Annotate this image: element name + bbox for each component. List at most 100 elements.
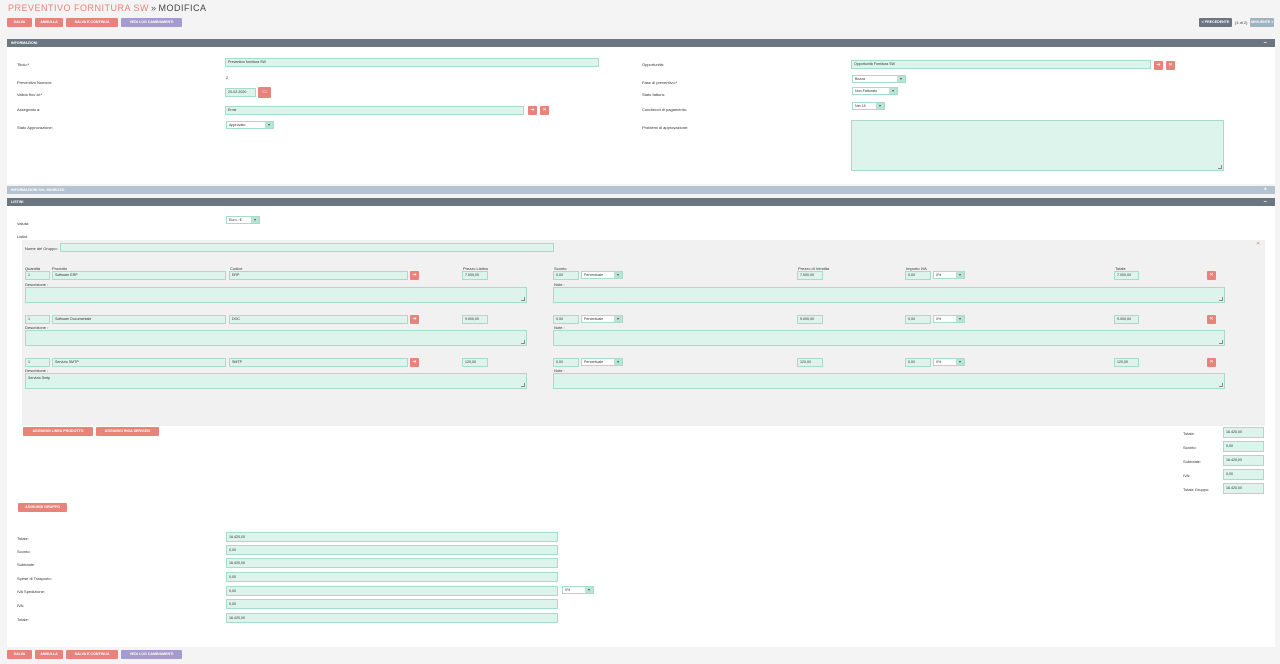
cancel-button-bottom[interactable]: Annulla xyxy=(35,650,63,659)
resize-grip-icon[interactable] xyxy=(521,340,525,344)
save-continue-button-bottom[interactable]: Salva e Continua xyxy=(66,650,118,659)
row-qty-input[interactable]: 1 xyxy=(25,358,50,367)
row-list-price-input[interactable]: 120,00 xyxy=(462,358,488,367)
resize-grip-icon[interactable] xyxy=(1219,297,1223,301)
row-discount-type-select[interactable]: Percentuale ▾ xyxy=(581,358,623,366)
title-input[interactable]: Preventivo fornitura SW xyxy=(225,58,599,67)
final-total-value[interactable]: 16.420,00 xyxy=(226,613,558,623)
row-note-textarea[interactable] xyxy=(553,330,1225,346)
approval-issues-textarea[interactable] xyxy=(851,120,1224,171)
group-discount-value[interactable]: 0,00 xyxy=(1223,441,1264,452)
cancel-button[interactable]: Annulla xyxy=(35,18,63,27)
grand-subtotal-value[interactable]: 16.420,00 xyxy=(226,558,558,568)
view-log-button-bottom[interactable]: Vedi Log Cambiamenti xyxy=(121,650,182,659)
group-name-input[interactable] xyxy=(60,243,554,252)
row-discount-input[interactable]: 0,00 xyxy=(553,315,579,324)
row-sale-price-input[interactable]: 120,00 xyxy=(797,358,823,367)
group-total-value[interactable]: 16.420,00 xyxy=(1223,427,1264,438)
expand-icon[interactable]: + xyxy=(1263,186,1267,194)
group-subtotal-value[interactable]: 16.420,00 xyxy=(1223,455,1264,466)
shipping-value[interactable]: 0,00 xyxy=(226,572,558,582)
save-button[interactable]: Salva xyxy=(7,18,32,27)
row-sale-price-input[interactable]: 7.000,00 xyxy=(797,271,823,280)
grand-total-value[interactable]: 16.420,00 xyxy=(226,532,558,542)
row-list-price-input[interactable]: 7.000,00 xyxy=(462,271,488,280)
stage-select[interactable]: Bozza ▾ xyxy=(852,75,906,83)
select-arrow-icon[interactable]: ➔ xyxy=(528,106,537,115)
resize-grip-icon[interactable] xyxy=(1218,165,1222,169)
calendar-icon[interactable]: ▭ xyxy=(258,87,271,98)
row-vat-rate-select[interactable]: 0% ▾ xyxy=(933,271,965,279)
resize-grip-icon[interactable] xyxy=(521,383,525,387)
row-note-textarea[interactable] xyxy=(553,373,1225,389)
row-product-input[interactable]: Servizio SMTP xyxy=(52,358,226,367)
clear-icon[interactable]: ✕ xyxy=(540,106,549,115)
row-total-input[interactable]: 7.000,00 xyxy=(1114,271,1139,280)
grand-vat-value[interactable]: 0,00 xyxy=(226,599,558,609)
group-vat-value[interactable]: 0,00 xyxy=(1223,469,1264,480)
add-service-line-button[interactable]: Aggiungi riga servizio xyxy=(96,427,159,436)
group-grand-total-value[interactable]: 16.420,00 xyxy=(1223,483,1264,494)
row-description-textarea[interactable] xyxy=(25,287,527,303)
row-code-input[interactable]: SMTP xyxy=(229,358,408,367)
row-product-input[interactable]: Software ERP xyxy=(52,271,226,280)
add-product-line-button[interactable]: Aggiungi linea prodotto xyxy=(23,427,93,436)
currency-select[interactable]: Euro : € ▾ xyxy=(226,216,260,224)
remove-row-icon[interactable]: ✕ xyxy=(1207,315,1216,324)
row-discount-input[interactable]: 0,00 xyxy=(553,358,579,367)
row-vat-input[interactable]: 0,00 xyxy=(905,358,931,367)
valid-until-label: Valido fino al:* xyxy=(17,92,43,97)
panel-header-address[interactable]: INFORMAZIONI SUL INDIRIZZO + xyxy=(7,186,1275,194)
save-button-bottom[interactable]: Salva xyxy=(7,650,32,659)
row-description-textarea[interactable] xyxy=(25,330,527,346)
row-sale-price-input[interactable]: 9.000,00 xyxy=(797,315,823,324)
breadcrumb-separator: » xyxy=(151,3,157,13)
panel-header-lists[interactable]: LISTINI – xyxy=(7,198,1275,206)
invoice-status-select[interactable]: Non Fatturato ▾ xyxy=(852,87,898,95)
resize-grip-icon[interactable] xyxy=(521,297,525,301)
panel-header-info[interactable]: INFORMAZIONI – xyxy=(7,39,1275,47)
opportunity-input[interactable]: Opportunità Fornitura SW xyxy=(851,60,1151,69)
row-discount-type-select[interactable]: Percentuale ▾ xyxy=(581,271,623,279)
row-vat-input[interactable]: 0,00 xyxy=(905,315,931,324)
select-product-icon[interactable]: ➔ xyxy=(410,358,419,367)
next-button[interactable]: Seguente > xyxy=(1250,18,1274,27)
row-vat-input[interactable]: 0,00 xyxy=(905,271,931,280)
clear-icon[interactable]: ✕ xyxy=(1166,61,1175,70)
row-total-input[interactable]: 120,00 xyxy=(1114,358,1139,367)
save-continue-button[interactable]: Salva e Continua xyxy=(66,18,118,27)
remove-row-icon[interactable]: ✕ xyxy=(1207,271,1216,280)
row-vat-rate-select[interactable]: 0% ▾ xyxy=(933,358,965,366)
shipping-vat-rate-select[interactable]: 0% ▾ xyxy=(562,586,594,594)
row-qty-input[interactable]: 1 xyxy=(25,315,50,324)
row-code-input[interactable]: ERP xyxy=(229,271,408,280)
view-log-button[interactable]: Vedi Log Cambiamenti xyxy=(121,18,182,27)
row-description-textarea[interactable]: Servizio Smtp xyxy=(25,373,527,389)
row-total-input[interactable]: 9.000,00 xyxy=(1114,315,1139,324)
row-product-input[interactable]: Software Documentale xyxy=(52,315,226,324)
row-list-price-input[interactable]: 9.000,00 xyxy=(462,315,488,324)
grand-discount-value[interactable]: 0,00 xyxy=(226,545,558,555)
remove-group-icon[interactable]: ✕ xyxy=(1256,241,1260,247)
remove-row-icon[interactable]: ✕ xyxy=(1207,358,1216,367)
row-code-input[interactable]: DOC xyxy=(229,315,408,324)
previous-button[interactable]: < Precedente xyxy=(1199,18,1232,27)
resize-grip-icon[interactable] xyxy=(1219,340,1223,344)
row-note-textarea[interactable] xyxy=(553,287,1225,303)
select-arrow-icon[interactable]: ➔ xyxy=(1154,61,1163,70)
shipping-vat-value[interactable]: 0,00 xyxy=(226,586,558,596)
row-vat-rate-select[interactable]: 0% ▾ xyxy=(933,315,965,323)
row-qty-input[interactable]: 1 xyxy=(25,271,50,280)
resize-grip-icon[interactable] xyxy=(1219,383,1223,387)
collapse-icon[interactable]: – xyxy=(1264,39,1267,47)
payment-terms-select[interactable]: Net 15 ▾ xyxy=(852,102,885,110)
valid-until-input[interactable]: 20-02-2020 xyxy=(225,88,256,97)
add-group-button[interactable]: Aggiungi Gruppo xyxy=(18,503,67,512)
select-product-icon[interactable]: ➔ xyxy=(410,315,419,324)
row-discount-type-select[interactable]: Percentuale ▾ xyxy=(581,315,623,323)
approval-select[interactable]: Approvato ▾ xyxy=(226,121,274,129)
assigned-input[interactable]: Ernst xyxy=(225,106,524,115)
select-product-icon[interactable]: ➔ xyxy=(410,271,419,280)
collapse-icon[interactable]: – xyxy=(1264,198,1267,206)
row-discount-input[interactable]: 0,00 xyxy=(553,271,579,280)
